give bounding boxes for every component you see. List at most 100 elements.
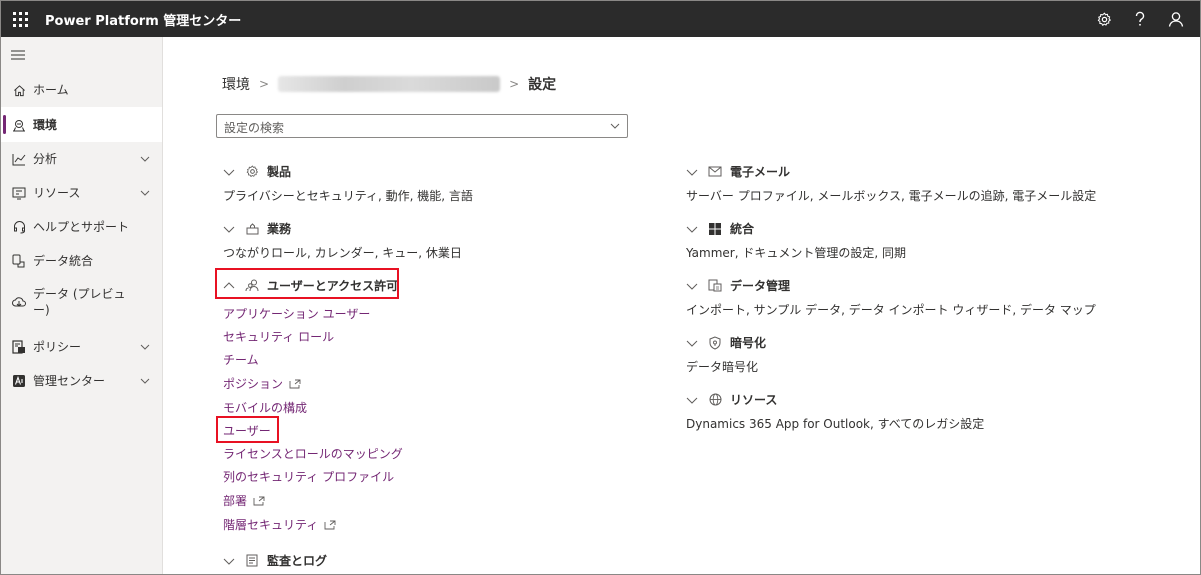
section-encryption-header[interactable]: 暗号化 [686, 334, 766, 351]
link-mobile-configuration[interactable]: モバイルの構成 [223, 399, 307, 416]
section-data-management-desc: インポート, サンプル データ, データ インポート ウィザード, データ マッ… [686, 303, 1096, 317]
sidebar-item-label: ホーム [33, 83, 69, 97]
data-management-icon [708, 279, 722, 293]
sidebar-item-admin-centers[interactable]: 管理センター [1, 364, 162, 398]
chevron-down-icon [610, 123, 620, 129]
link-teams[interactable]: チーム [223, 351, 259, 368]
data-integration-icon [12, 254, 26, 268]
globe-icon [708, 393, 722, 407]
headset-icon [12, 220, 26, 234]
section-users-header[interactable]: ユーザーとアクセス許可 [223, 277, 398, 294]
section-data-management-header[interactable]: データ管理 [686, 277, 790, 294]
resources-icon [12, 186, 26, 200]
link-security-roles[interactable]: セキュリティ ロール [223, 328, 334, 345]
sidebar-item-analytics[interactable]: 分析 [1, 142, 162, 176]
briefcase-icon [245, 222, 259, 236]
chevron-down-icon [686, 283, 698, 290]
link-positions[interactable]: ポジション [223, 375, 301, 392]
section-resources-header[interactable]: リソース [686, 391, 777, 408]
windows-icon [708, 222, 722, 236]
section-business-desc: つながりロール, カレンダー, キュー, 休業日 [223, 246, 462, 260]
sidebar-item-label: データ統合 [33, 254, 94, 268]
section-title: データ管理 [730, 279, 791, 293]
link-application-users[interactable]: アプリケーション ユーザー [223, 305, 370, 322]
chevron-up-icon [223, 281, 235, 288]
breadcrumb: 環境 > > 設定 [222, 74, 556, 94]
section-business-header[interactable]: 業務 [223, 220, 291, 237]
sidebar-item-help-support[interactable]: ヘルプとサポート [1, 210, 162, 244]
settings-search-dropdown[interactable]: 設定の検索 [216, 114, 628, 138]
sidebar-item-home[interactable]: ホーム [1, 73, 162, 107]
help-icon[interactable] [1122, 1, 1158, 37]
analytics-icon [12, 152, 26, 166]
home-icon [12, 83, 26, 97]
chevron-down-icon [140, 156, 150, 162]
chevron-down-icon [223, 169, 235, 176]
section-products-desc: プライバシーとセキュリティ, 動作, 機能, 言語 [223, 189, 473, 203]
top-bar: Power Platform 管理センター [1, 1, 1200, 37]
section-title: 製品 [267, 165, 292, 179]
chevron-down-icon [140, 190, 150, 196]
section-integration-header[interactable]: 統合 [686, 220, 754, 237]
app-launcher-icon[interactable] [9, 7, 33, 31]
data-preview-icon [12, 295, 26, 309]
open-external-icon [253, 496, 265, 505]
link-business-units[interactable]: 部署 [223, 492, 265, 509]
section-integration-desc: Yammer, ドキュメント管理の設定, 同期 [686, 246, 906, 260]
link-users[interactable]: ユーザー [223, 422, 271, 439]
document-log-icon [245, 554, 259, 568]
hamburger-menu-icon[interactable] [11, 47, 27, 63]
account-icon[interactable] [1158, 1, 1194, 37]
chevron-down-icon [686, 397, 698, 404]
sidebar-item-data-preview[interactable]: データ (プレビュー) [1, 278, 162, 326]
link-license-role-mapping[interactable]: ライセンスとロールのマッピング [223, 445, 403, 462]
chevron-down-icon [686, 226, 698, 233]
breadcrumb-environments[interactable]: 環境 [222, 74, 250, 94]
sidebar-item-label: 管理センター [33, 374, 106, 388]
sidebar-item-resources[interactable]: リソース [1, 176, 162, 210]
open-external-icon [324, 520, 336, 529]
people-icon [245, 279, 259, 293]
settings-icon[interactable] [1086, 1, 1122, 37]
section-audit-header[interactable]: 監査とログ [223, 552, 327, 569]
section-email-header[interactable]: 電子メール [686, 163, 790, 180]
search-placeholder: 設定の検索 [224, 121, 285, 135]
chevron-down-icon [223, 226, 235, 233]
sidebar-item-label: リソース [33, 186, 81, 200]
chevron-down-icon [686, 169, 698, 176]
section-title: ユーザーとアクセス許可 [267, 279, 399, 293]
section-title: リソース [730, 393, 778, 407]
link-column-security-profiles[interactable]: 列のセキュリティ プロファイル [223, 468, 394, 485]
left-nav: ホーム 環境 分析 リソース ヘルプとサポート データ統合 データ (プレビュー… [1, 37, 163, 574]
section-email-desc: サーバー プロファイル, メールボックス, 電子メールの追跡, 電子メール設定 [686, 189, 1097, 203]
section-title: 業務 [267, 222, 292, 236]
section-encryption-desc: データ暗号化 [686, 360, 759, 374]
main-content: 環境 > > 設定 設定の検索 製品 プライバシーとセキュリティ, 動作, 機能… [164, 37, 1200, 574]
link-hierarchy-security[interactable]: 階層セキュリティ [223, 516, 336, 533]
mail-icon [708, 165, 722, 179]
sidebar-item-policies[interactable]: ポリシー [1, 330, 162, 364]
sidebar-item-label: データ (プレビュー) [33, 287, 126, 317]
sidebar-item-label: 分析 [33, 152, 58, 166]
section-title: 暗号化 [730, 336, 767, 350]
policy-icon [12, 340, 26, 354]
section-title: 監査とログ [267, 554, 328, 568]
breadcrumb-separator-icon: > [259, 77, 270, 91]
sidebar-item-label: ポリシー [33, 340, 82, 354]
environment-icon [12, 118, 26, 132]
sidebar-item-label: ヘルプとサポート [33, 220, 130, 234]
section-products-header[interactable]: 製品 [223, 163, 291, 180]
chevron-down-icon [140, 344, 150, 350]
sidebar-item-data-integration[interactable]: データ統合 [1, 244, 162, 278]
section-title: 電子メール [730, 165, 791, 179]
breadcrumb-environment-name-redacted[interactable] [278, 76, 501, 92]
breadcrumb-separator-icon: > [509, 77, 520, 91]
chevron-down-icon [223, 558, 235, 565]
open-external-icon [289, 379, 301, 388]
chevron-down-icon [686, 340, 698, 347]
window-frame: Power Platform 管理センター ホーム 環境 分析 リソース ヘルプ… [0, 0, 1201, 575]
sidebar-item-environments[interactable]: 環境 [1, 107, 162, 142]
breadcrumb-current: 設定 [528, 77, 557, 93]
sidebar-item-label: 環境 [33, 117, 58, 132]
app-title[interactable]: Power Platform 管理センター [45, 10, 241, 29]
